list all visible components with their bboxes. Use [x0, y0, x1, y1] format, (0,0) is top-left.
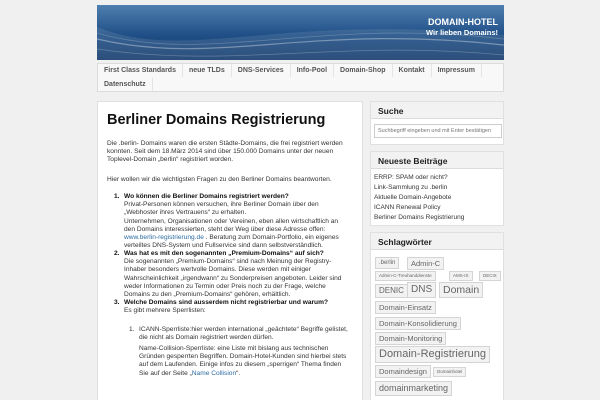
berlin-registrierung-link[interactable]: www.berlin-registrierung.de: [124, 234, 204, 241]
tag-link[interactable]: DENIC: [375, 284, 408, 298]
list-number: 1.: [114, 193, 120, 200]
tag-cloud-widget: Schlagwörter .berlin Admin-C Admin-C-Tre…: [370, 232, 504, 400]
nav-item-impressum[interactable]: Impressum: [432, 64, 482, 77]
faq-item-2: Was hat es mit den sogenannten „Premium-…: [124, 250, 360, 299]
sublist-line: ICANN-Sperrliste:hier werden internation…: [139, 326, 348, 333]
recent-post-link[interactable]: ERRP: SPAM oder nicht?: [374, 174, 448, 181]
nav-item-first-class-standards[interactable]: First Class Standards: [98, 64, 183, 77]
faq-answer-line: Wahrscheinlichkeit „irgendwann“ zu Sonde…: [124, 274, 342, 282]
faq-answer-line: www.berlin-registrierung.de . Beratung z…: [124, 234, 360, 242]
recent-posts-title: Neueste Beiträge: [371, 152, 503, 169]
sublist-line: Gründen gesperrten Begriffen. Domain-Hot…: [139, 353, 347, 361]
sublist-line: Name-Collision-Sperrliste: eine Liste mi…: [139, 345, 329, 352]
tag-link[interactable]: domainmarketing: [375, 381, 453, 396]
tag-link[interactable]: Domainhotel: [433, 367, 467, 377]
intro-line: konnten. Seit dem 18.März 2014 sind über…: [107, 148, 334, 156]
faq-item-3: Welche Domains sind ausserdem nicht regi…: [124, 299, 360, 315]
recent-post-link[interactable]: Aktuelle Domain-Angebote: [374, 194, 451, 201]
sublist-line: die nicht als Domain registriert werden …: [139, 334, 274, 342]
sidebar: Suche Neueste Beiträge ERRP: SPAM oder n…: [370, 101, 504, 400]
faq-question: Was hat es mit den sogenannten „Premium-…: [124, 250, 324, 257]
main-navigation: First Class Standards neue TLDs DNS-Serv…: [97, 63, 504, 92]
faq-answer-line: weder Informationen zu Termin oder Preis…: [124, 282, 326, 290]
recent-posts-widget: Neueste Beiträge ERRP: SPAM oder nicht? …: [370, 151, 504, 226]
faq-answer-line: Privat-Personen können versuchen, ihre B…: [124, 201, 319, 209]
nav-item-info-pool[interactable]: Info-Pool: [291, 64, 335, 77]
name-collision-link[interactable]: Name Collision: [192, 370, 236, 377]
article-content: Berliner Domains Registrierung Die .berl…: [97, 101, 363, 400]
sublist-line: Sie auf der Seite „Name Collision“.: [139, 370, 361, 378]
sublist-text: “.: [236, 369, 241, 377]
faq-answer-line: Domains zu den „Premium-Domains“ gehören…: [124, 291, 291, 299]
article-intro: Die .berlin- Domains waren die ersten St…: [107, 140, 357, 165]
nav-item-datenschutz[interactable]: Datenschutz: [98, 78, 153, 91]
link-trailing-text: . Beratung zum Domain-Portfolio, ein eig…: [203, 234, 339, 242]
site-tagline: Wir lieben Domains!: [425, 28, 498, 37]
faq-answer-line: Die sogenannten „Premium-Domains“ sind n…: [124, 258, 332, 266]
intro-line: Toplevel-Domain „berlin“ registriert wor…: [107, 156, 234, 164]
site-title[interactable]: DOMAIN-HOTEL: [428, 17, 498, 27]
faq-item-1: Wo können die Berliner Domains registrie…: [124, 193, 360, 250]
faq-answer-line: Inhaber besonders wertvolle Domains. Die…: [124, 266, 311, 274]
sublist-line: auf dem Laufenden. Einige infos zu diese…: [139, 361, 342, 369]
search-input[interactable]: [374, 124, 502, 138]
recent-post-link[interactable]: Link-Sammlung zu .berlin: [374, 184, 447, 191]
tag-link[interactable]: .berlin: [375, 257, 400, 269]
sublist-text: Sie auf der Seite „: [139, 369, 192, 377]
list-number: 2.: [114, 250, 120, 257]
faq-answer-line: Unternehmen, Organisationen oder Vereine…: [124, 217, 339, 225]
tag-link[interactable]: Domain-Einsatz: [375, 301, 436, 314]
article-lead: Hier wollen wir die wichtigsten Fragen z…: [107, 176, 332, 183]
tag-link[interactable]: AMS-IX: [449, 271, 473, 281]
nav-item-kontakt[interactable]: Kontakt: [393, 64, 432, 77]
faq-question: Welche Domains sind ausserdem nicht regi…: [124, 299, 328, 306]
faq-answer-line: „Webhoster ihres Vertrauens“ zu erhalten…: [124, 209, 247, 217]
tag-link[interactable]: Domain-Monitoring: [375, 332, 447, 345]
tag-link[interactable]: Domain-Registrierung: [375, 346, 490, 363]
search-widget: Suche: [370, 101, 504, 145]
site-header: DOMAIN-HOTEL Wir lieben Domains!: [97, 5, 504, 60]
sublist-number: 1.: [129, 326, 135, 333]
tag-link[interactable]: Domain-Konsolidierung: [375, 317, 461, 330]
tag-link[interactable]: Admin-C-Treuhanddienste: [375, 271, 436, 281]
nav-item-dns-services[interactable]: DNS-Services: [232, 64, 291, 77]
list-number: 3.: [114, 299, 120, 306]
tag-link[interactable]: Admin-C: [407, 257, 445, 270]
tag-link[interactable]: Domain: [439, 282, 484, 298]
article-title: Berliner Domains Registrierung: [107, 112, 326, 128]
tag-link[interactable]: Domaindesign: [375, 365, 431, 378]
search-widget-title: Suche: [371, 102, 503, 119]
tag-cloud-title: Schlagwörter: [371, 233, 503, 250]
recent-post-link[interactable]: Berliner Domains Registrierung: [374, 214, 464, 221]
nav-row-2: Datenschutz: [98, 78, 153, 91]
nav-row-1: First Class Standards neue TLDs DNS-Serv…: [98, 64, 482, 77]
intro-line: Die .berlin- Domains waren die ersten St…: [107, 140, 343, 147]
nav-item-neue-tlds[interactable]: neue TLDs: [183, 64, 232, 77]
sublist-item-1: ICANN-Sperrliste:hier werden internation…: [139, 326, 361, 342]
tag-link[interactable]: DECIX: [479, 271, 501, 281]
tag-link[interactable]: DNS: [407, 282, 437, 298]
recent-post-link[interactable]: ICANN Renewal Policy: [374, 204, 440, 211]
sublist-item-2: Name-Collision-Sperrliste: eine Liste mi…: [139, 345, 361, 378]
faq-question: Wo können die Berliner Domains registrie…: [124, 193, 289, 200]
faq-answer-line: den Domains interessierten, steht der We…: [124, 225, 326, 233]
faq-answer-line: Es gibt mehrere Sperrlisten:: [124, 307, 206, 315]
nav-item-domain-shop[interactable]: Domain-Shop: [334, 64, 393, 77]
